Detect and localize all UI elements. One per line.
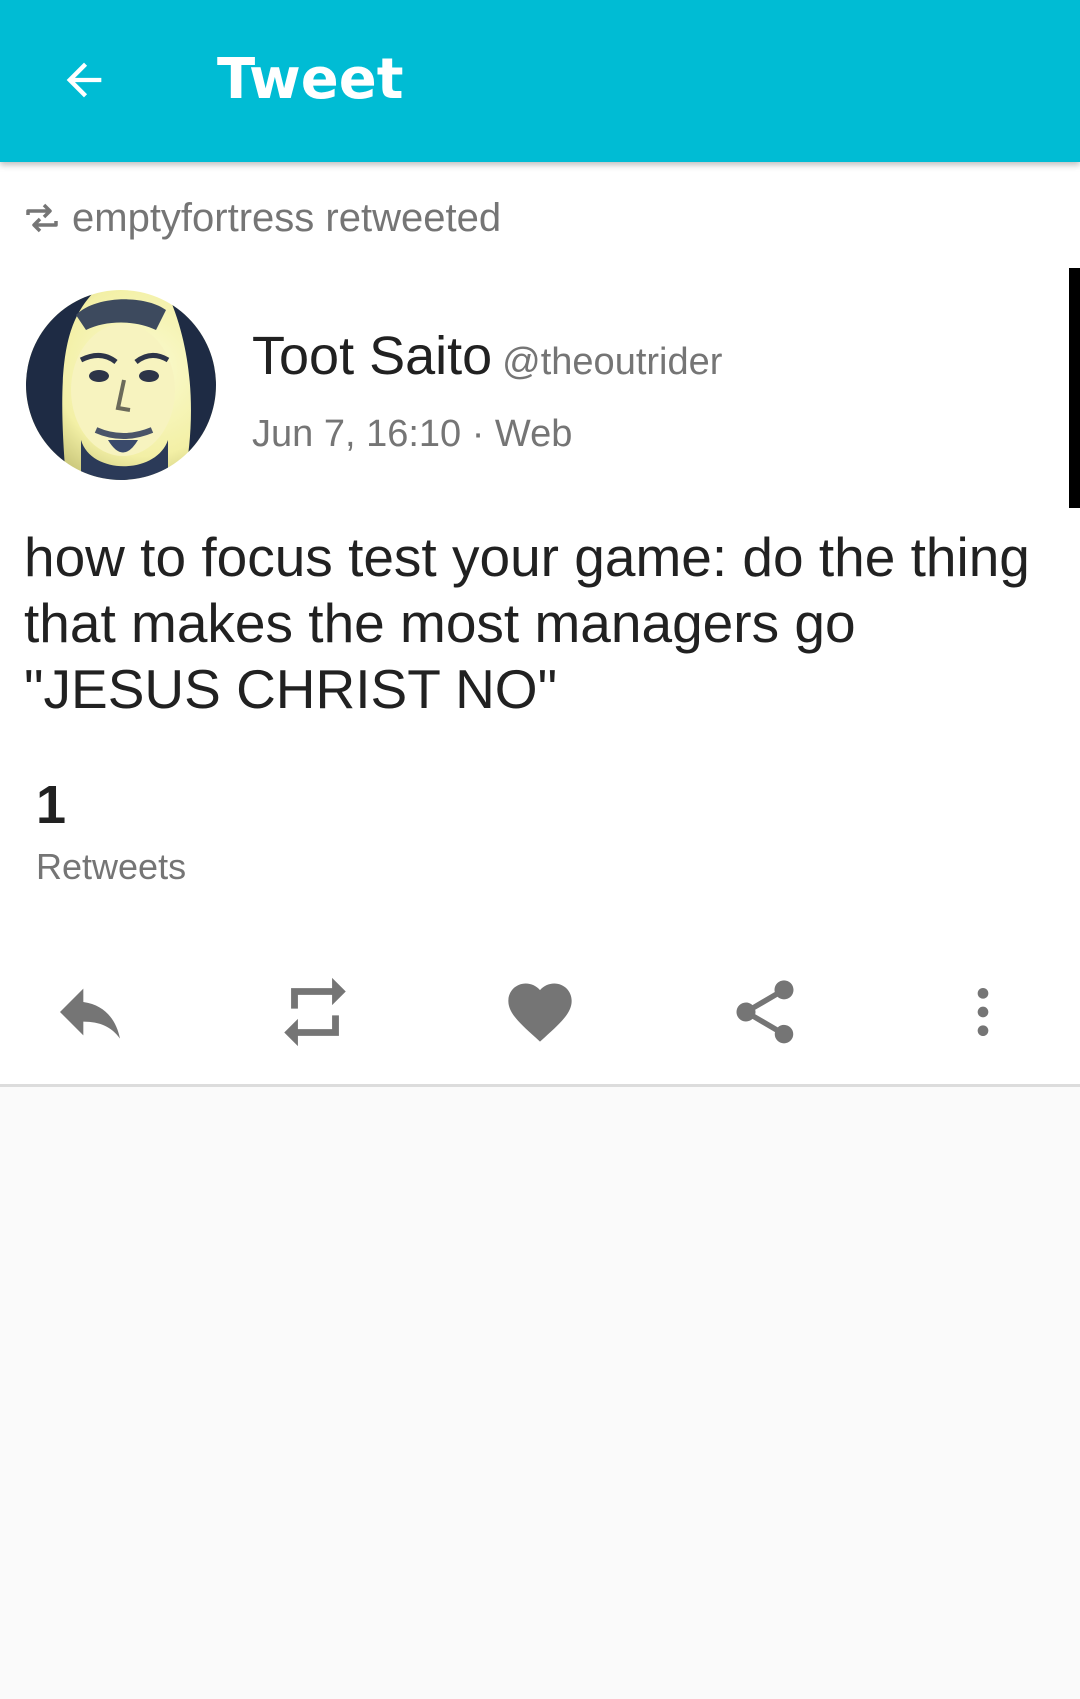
tweet-card: emptyfortress retweeted Toot Saito @theo… xyxy=(0,162,1080,1087)
more-options-button[interactable] xyxy=(938,972,1028,1052)
tweet-meta: Jun 7, 16:10 · Web xyxy=(252,413,573,455)
author-line[interactable]: Toot Saito @theoutrider xyxy=(252,322,722,404)
retweeted-by-header[interactable]: emptyfortress retweeted xyxy=(24,190,501,246)
avatar[interactable] xyxy=(26,290,216,480)
action-bar xyxy=(0,962,1080,1062)
reply-icon xyxy=(60,988,120,1039)
retweets-stat[interactable]: 1 Retweets xyxy=(36,770,186,892)
page-title: Tweet xyxy=(217,47,404,112)
retweet-button[interactable] xyxy=(270,972,360,1052)
share-button[interactable] xyxy=(720,972,810,1052)
app-toolbar: Tweet xyxy=(0,0,1080,162)
heart-icon xyxy=(508,983,572,1042)
share-icon xyxy=(736,980,794,1044)
scrollbar-thumb[interactable] xyxy=(1069,268,1080,508)
more-vert-icon xyxy=(977,988,989,1036)
retweets-count: 1 xyxy=(36,775,67,835)
back-button[interactable] xyxy=(44,40,124,120)
arrow-back-icon xyxy=(66,62,102,98)
tweet-text: how to focus test your game: do the thin… xyxy=(24,526,1030,720)
retweet-icon xyxy=(284,977,346,1047)
author-handle: @theoutrider xyxy=(502,341,723,383)
avatar-photo xyxy=(26,290,216,480)
retweeted-by-label: emptyfortress retweeted xyxy=(72,196,502,240)
retweets-label: Retweets xyxy=(36,846,187,887)
like-button[interactable] xyxy=(495,972,585,1052)
author-name: Toot Saito xyxy=(252,326,493,386)
reply-button[interactable] xyxy=(45,972,135,1052)
retweet-icon xyxy=(26,203,58,233)
